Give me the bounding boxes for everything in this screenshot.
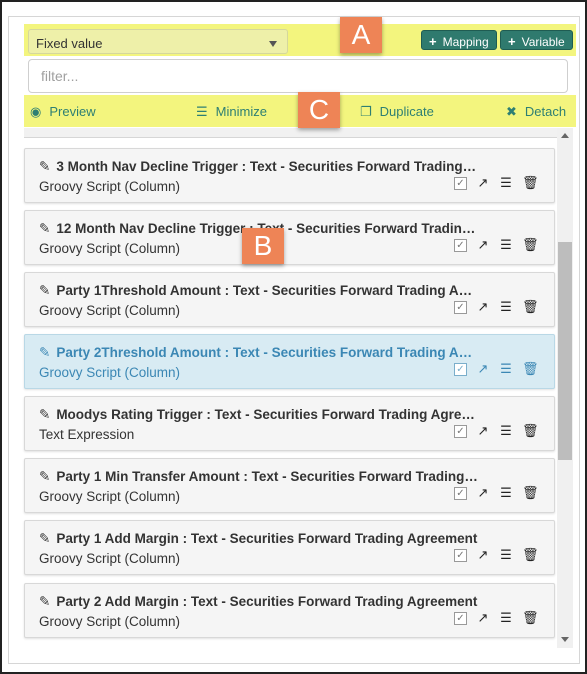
list-item-type: Groovy Script (Column) [39, 551, 181, 566]
checkbox-icon[interactable]: ✓ [454, 176, 467, 190]
external-link-icon[interactable]: ↗ [476, 237, 490, 253]
list-item-actions: ✓ ↗ ☰ 🗑︎ [454, 547, 539, 563]
checkbox-icon[interactable]: ✓ [454, 424, 467, 438]
list-top-edge [24, 128, 557, 138]
list-item[interactable]: ✎ 3 Month Nav Decline Trigger : Text - Se… [24, 148, 555, 203]
edit-icon[interactable]: ✎ [39, 221, 50, 236]
list-item-type: Groovy Script (Column) [39, 365, 181, 380]
checkbox-icon[interactable]: ✓ [454, 300, 467, 314]
list-item[interactable]: ✎ Party 1Threshold Amount : Text - Securi… [24, 272, 555, 327]
list-item[interactable]: ✎ Party 1 Min Transfer Amount : Text - Se… [24, 458, 555, 513]
hamburger-menu-icon[interactable]: ☰ [499, 423, 513, 439]
hamburger-menu-icon[interactable]: ☰ [499, 361, 513, 377]
minimize-button[interactable]: ☰ Minimize [196, 104, 267, 120]
checkbox-icon[interactable]: ✓ [454, 486, 467, 500]
filter-input[interactable] [28, 59, 568, 93]
plus-icon: + [508, 34, 516, 49]
annotation-badge-c: C [298, 92, 340, 128]
list-item-actions: ✓ ↗ ☰ 🗑︎ [454, 423, 539, 439]
edit-icon[interactable]: ✎ [39, 594, 50, 609]
hamburger-menu-icon[interactable]: ☰ [499, 610, 513, 626]
list-item-title[interactable]: ✎ Party 1 Min Transfer Amount : Text - Se… [39, 469, 479, 485]
list-item-title[interactable]: ✎ Moodys Rating Trigger : Text - Securiti… [39, 407, 479, 423]
close-icon: ✖ [506, 104, 517, 119]
checkbox-icon[interactable]: ✓ [454, 548, 467, 562]
edit-icon[interactable]: ✎ [39, 469, 50, 484]
external-link-icon[interactable]: ↗ [476, 361, 490, 377]
edit-icon[interactable]: ✎ [39, 345, 50, 360]
external-link-icon[interactable]: ↗ [476, 610, 490, 626]
list-item[interactable]: ✎ Party 1 Add Margin : Text - Securities … [24, 520, 555, 575]
value-source-select-label: Fixed value [36, 36, 103, 51]
list-item[interactable]: ✎ Moodys Rating Trigger : Text - Securiti… [24, 396, 555, 451]
plus-icon: + [429, 34, 437, 49]
add-variable-button[interactable]: + Variable [500, 30, 573, 50]
annotation-badge-a: A [340, 17, 382, 53]
checkbox-icon[interactable]: ✓ [454, 238, 467, 252]
trash-icon[interactable]: 🗑︎ [522, 237, 539, 253]
checkbox-icon[interactable]: ✓ [454, 611, 467, 625]
edit-icon[interactable]: ✎ [39, 531, 50, 546]
list-item[interactable]: ✎12 Month Nav Decline Trigger : Text - S… [24, 210, 555, 265]
hamburger-menu-icon[interactable]: ☰ [499, 547, 513, 563]
list-item-actions: ✓ ↗ ☰ 🗑︎ [454, 485, 539, 501]
list-item-actions: ✓ ↗ ☰ 🗑︎ [454, 299, 539, 315]
scrollbar-thumb[interactable] [558, 242, 572, 460]
trash-icon[interactable]: 🗑︎ [522, 547, 539, 563]
add-mapping-button[interactable]: + Mapping [421, 30, 497, 50]
preview-button[interactable]: ◉ Preview [30, 104, 96, 120]
list-item[interactable]: ✎ Party 2 Add Margin : Text - Securities … [24, 583, 555, 638]
hamburger-menu-icon[interactable]: ☰ [499, 485, 513, 501]
chevron-down-icon [269, 41, 277, 47]
list-item-title[interactable]: ✎ Party 1 Add Margin : Text - Securities … [39, 531, 479, 547]
external-link-icon[interactable]: ↗ [476, 299, 490, 315]
hamburger-menu-icon[interactable]: ☰ [499, 175, 513, 191]
list-item-type: Groovy Script (Column) [39, 303, 181, 318]
copy-icon: ❐ [360, 104, 372, 119]
list-item-type: Text Expression [39, 427, 135, 442]
external-link-icon[interactable]: ↗ [476, 175, 490, 191]
eye-icon: ◉ [30, 104, 42, 119]
detach-button[interactable]: ✖ Detach [506, 104, 566, 120]
list-item-actions: ✓ ↗ ☰ 🗑︎ [454, 175, 539, 191]
list-item[interactable]: ✎ Party 2Threshold Amount : Text - Securi… [24, 334, 555, 389]
external-link-icon[interactable]: ↗ [476, 423, 490, 439]
list-item-type: Groovy Script (Column) [39, 179, 181, 194]
list-item-actions: ✓ ↗ ☰ 🗑︎ [454, 610, 539, 626]
list-item-type: Groovy Script (Column) [39, 489, 181, 504]
trash-icon[interactable]: 🗑︎ [522, 485, 539, 501]
external-link-icon[interactable]: ↗ [476, 547, 490, 563]
hamburger-menu-icon[interactable]: ☰ [499, 299, 513, 315]
checkbox-icon[interactable]: ✓ [454, 362, 467, 376]
list-item-title[interactable]: ✎ Party 1Threshold Amount : Text - Securi… [39, 283, 479, 299]
annotation-badge-b: B [242, 228, 284, 264]
duplicate-button[interactable]: ❐ Duplicate [360, 104, 434, 120]
value-source-select[interactable]: Fixed value [28, 29, 288, 54]
scroll-down-icon[interactable] [561, 637, 569, 642]
list-item-title[interactable]: ✎ 3 Month Nav Decline Trigger : Text - Se… [39, 159, 479, 175]
scroll-up-icon[interactable] [561, 133, 569, 138]
edit-icon[interactable]: ✎ [39, 283, 50, 298]
list-item-type: Groovy Script (Column) [39, 241, 181, 256]
edit-icon[interactable]: ✎ [39, 159, 50, 174]
trash-icon[interactable]: 🗑︎ [522, 361, 539, 377]
trash-icon[interactable]: 🗑︎ [522, 610, 539, 626]
list-item-type: Groovy Script (Column) [39, 614, 181, 629]
list-item-actions: ✓ ↗ ☰ 🗑︎ [454, 361, 539, 377]
list-icon: ☰ [196, 104, 208, 119]
edit-icon[interactable]: ✎ [39, 407, 50, 422]
trash-icon[interactable]: 🗑︎ [522, 299, 539, 315]
trash-icon[interactable]: 🗑︎ [522, 175, 539, 191]
external-link-icon[interactable]: ↗ [476, 485, 490, 501]
list-item-title[interactable]: ✎ Party 2Threshold Amount : Text - Securi… [39, 345, 479, 361]
list-item-title[interactable]: ✎ Party 2 Add Margin : Text - Securities … [39, 594, 479, 610]
list-item-actions: ✓ ↗ ☰ 🗑︎ [454, 237, 539, 253]
trash-icon[interactable]: 🗑︎ [522, 423, 539, 439]
hamburger-menu-icon[interactable]: ☰ [499, 237, 513, 253]
